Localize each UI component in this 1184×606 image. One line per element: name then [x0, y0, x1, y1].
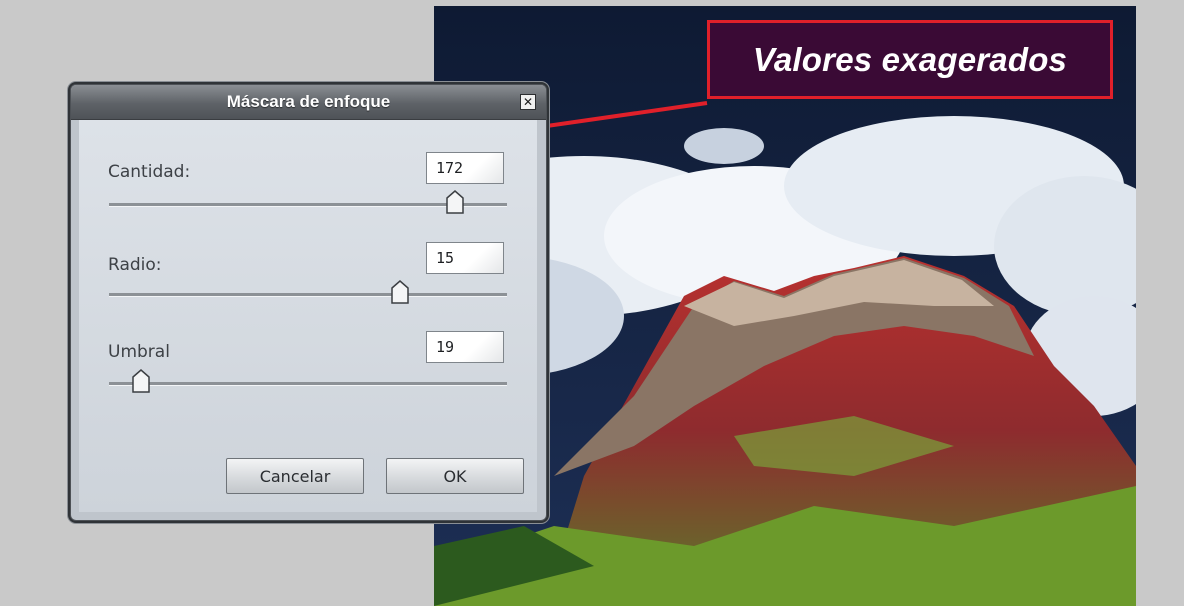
threshold-input[interactable]: 19	[426, 331, 504, 363]
ok-button[interactable]: OK	[386, 458, 524, 494]
dialog-body: Cantidad: 172 Radio: 15 Umbral 19 Cancel…	[79, 120, 537, 512]
unsharp-mask-dialog: Máscara de enfoque ✕ Cantidad: 172 Radio…	[70, 84, 547, 521]
annotation-text: Valores exagerados	[752, 40, 1068, 78]
threshold-slider-thumb[interactable]	[132, 369, 150, 393]
right-margin	[1136, 0, 1184, 606]
threshold-slider-track[interactable]	[109, 382, 507, 386]
radius-input[interactable]: 15	[426, 242, 504, 274]
radius-label: Radio:	[108, 255, 162, 275]
radius-slider-track[interactable]	[109, 293, 507, 297]
amount-slider-thumb[interactable]	[446, 190, 464, 214]
dialog-titlebar[interactable]: Máscara de enfoque ✕	[71, 85, 546, 120]
annotation-callout: Valores exagerados	[707, 20, 1113, 99]
dialog-title: Máscara de enfoque	[226, 92, 391, 111]
radius-slider-thumb[interactable]	[390, 280, 409, 304]
threshold-label: Umbral	[108, 342, 170, 362]
amount-label: Cantidad:	[108, 162, 191, 182]
amount-input[interactable]: 172	[426, 152, 504, 184]
close-icon[interactable]: ✕	[520, 94, 536, 110]
cancel-button[interactable]: Cancelar	[226, 458, 364, 494]
